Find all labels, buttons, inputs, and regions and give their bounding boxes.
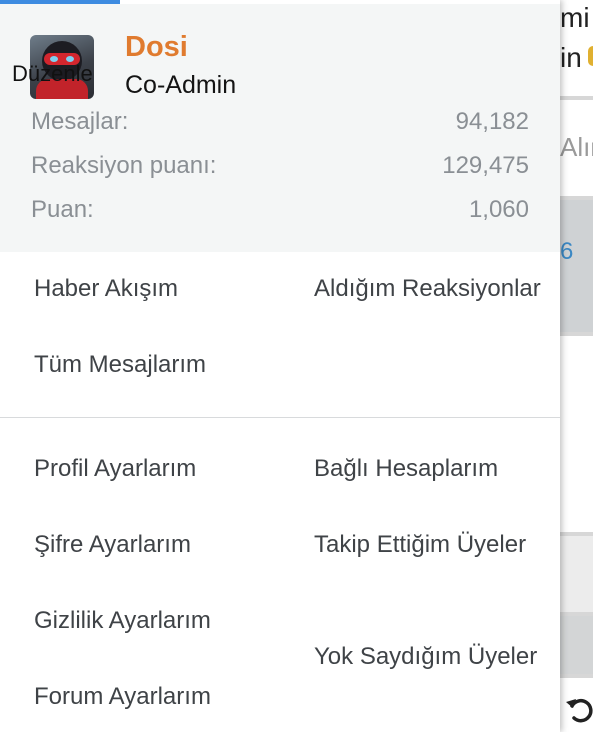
background-page: mi in Alın 6 [560, 0, 593, 732]
username[interactable]: Dosi [125, 31, 188, 64]
stat-value-messages[interactable]: 94,182 [456, 108, 529, 136]
menu-divider [0, 417, 560, 418]
background-text-line-2: in [560, 42, 582, 73]
stat-value-points[interactable]: 1,060 [469, 196, 529, 224]
stat-label-reaction-score: Reaksiyon puanı: [31, 152, 217, 179]
user-card: Düzenle Dosi Co-Admin Mesajlar: 94,182 R… [0, 4, 560, 252]
link-forum-settings[interactable]: Forum Ayarlarım [34, 679, 269, 715]
link-password-settings[interactable]: Şifre Ayarlarım [34, 527, 269, 563]
stat-label-messages: Mesajlar: [31, 108, 129, 135]
background-badge-dot [588, 46, 593, 66]
stat-label-points: Puan: [31, 196, 94, 223]
link-news-feed[interactable]: Haber Akışım [34, 271, 269, 307]
link-ignored-members[interactable]: Yok Saydığım Üyeler [314, 639, 549, 675]
background-footer-band [560, 616, 593, 674]
link-reactions-received[interactable]: Aldığım Reaksiyonlar [314, 271, 549, 307]
background-content-band [560, 200, 593, 332]
link-profile-settings[interactable]: Profil Ayarlarım [34, 451, 269, 487]
user-title: Co-Admin [125, 71, 237, 99]
link-privacy-settings[interactable]: Gizlilik Ayarlarım [34, 603, 269, 639]
link-all-my-messages[interactable]: Tüm Mesajlarım [34, 347, 269, 383]
link-connected-accounts[interactable]: Bağlı Hesaplarım [314, 451, 549, 487]
background-white-band [560, 336, 593, 532]
background-link-text: 6 [560, 238, 574, 265]
avatar-edit-link[interactable]: Düzenle [12, 61, 93, 87]
account-menu-panel: Düzenle Dosi Co-Admin Mesajlar: 94,182 R… [0, 0, 560, 732]
stat-value-reaction-score[interactable]: 129,475 [442, 152, 529, 180]
background-tab-label: Alın [560, 132, 593, 162]
background-text-line-1: mi [560, 2, 590, 33]
background-gray-band [560, 536, 593, 612]
link-following-members[interactable]: Takip Ettiğim Üyeler [314, 527, 549, 563]
undo-icon[interactable] [564, 694, 593, 724]
